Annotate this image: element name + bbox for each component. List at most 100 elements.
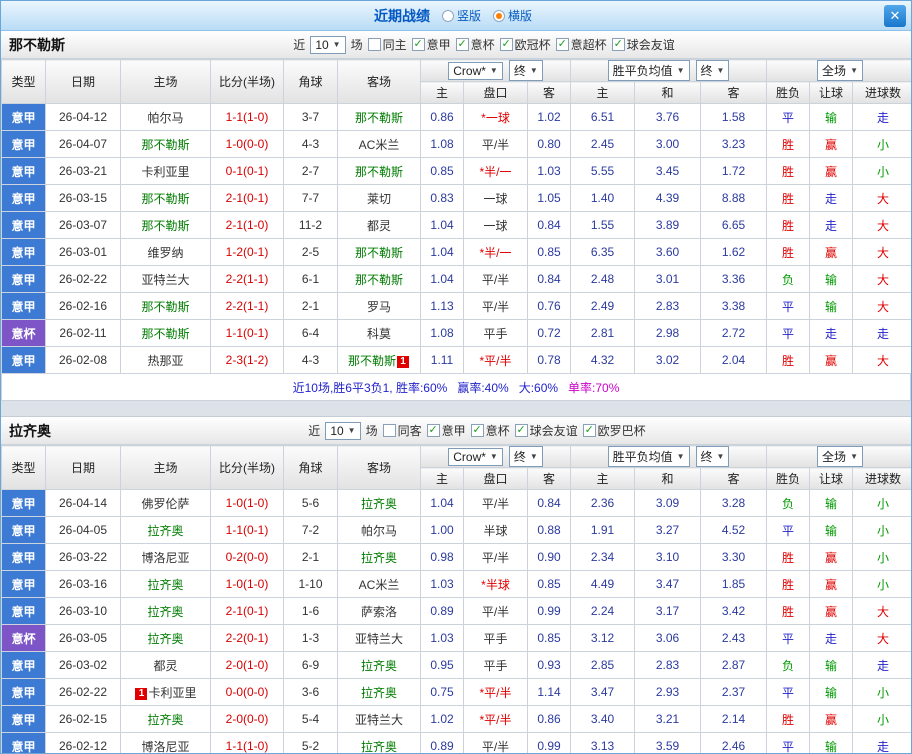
odds-stage-select[interactable]: 终 ▼	[508, 60, 543, 81]
avg-odds-select[interactable]: 胜平负均值 ▼	[607, 446, 690, 467]
team-name: 拉齐奥	[9, 422, 51, 439]
odds-stage-value: 终	[513, 64, 526, 78]
match-date: 26-03-02	[45, 651, 121, 679]
odds-home: 0.98	[420, 543, 464, 571]
same-home-label: 同主	[382, 38, 407, 52]
avg-odds-home: 4.32	[570, 346, 635, 374]
result-wdl: 平	[766, 319, 811, 347]
col-avg-draw: 和	[634, 81, 701, 104]
odds-company-select[interactable]: Crow* ▼	[448, 61, 503, 80]
away-team: 那不勒斯	[337, 103, 421, 131]
result-goals: 大	[852, 624, 911, 652]
odds-away: 1.03	[527, 157, 571, 185]
away-team: 罗马	[337, 292, 421, 320]
league-filter-checkbox[interactable]: ✓ 意超杯	[555, 36, 607, 53]
league-filter-checkbox[interactable]: ✓ 欧罗巴杯	[582, 422, 646, 439]
league-checklist: ✓ 意甲 ✓ 意杯 ✓ 球会友谊 ✓ 欧罗巴杯	[426, 422, 646, 439]
avg-odds-home: 6.51	[570, 103, 635, 131]
avg-odds-away: 1.58	[699, 103, 768, 131]
home-team: 卡利亚里	[120, 157, 211, 185]
col-handicap: 盘口	[463, 467, 528, 490]
same-away-checkbox[interactable]: 同客	[382, 422, 422, 439]
result-wdl: 胜	[766, 238, 811, 266]
scope-select[interactable]: 全场 ▼	[817, 446, 863, 467]
odds-home: 1.04	[420, 265, 464, 293]
close-button[interactable]: ✕	[884, 5, 906, 27]
corner-score: 7-2	[283, 516, 338, 544]
match-row: 意杯 26-03-05 拉齐奥 2-2(0-1) 1-3 亚特兰大 1.03 平手 0.85 3.…	[1, 624, 911, 652]
result-wdl: 胜	[766, 157, 811, 185]
scope-select[interactable]: 全场 ▼	[817, 60, 863, 81]
avg-odds-home: 3.47	[570, 678, 635, 706]
odds-away: 0.90	[527, 543, 571, 571]
odds-home: 1.04	[420, 238, 464, 266]
result-wdl: 平	[766, 624, 811, 652]
score: 2-2(1-1)	[210, 265, 284, 293]
league-filter-checkbox[interactable]: ✓ 欧冠杯	[499, 36, 551, 53]
avg-odds-draw: 3.47	[634, 570, 701, 598]
odds-away: 0.99	[527, 732, 571, 753]
score: 1-0(0-0)	[210, 130, 284, 158]
match-date: 26-03-07	[45, 211, 121, 239]
team-section-header-napoli: 那不勒斯 近 10 ▼ 场 同主 ✓ 意甲 ✓ 意杯 ✓ 欧冠杯 ✓ 意超杯 ✓ 球会友谊	[1, 31, 911, 59]
col-avg-draw: 和	[634, 467, 701, 490]
odds-away: 0.84	[527, 265, 571, 293]
league-filter-checkbox[interactable]: ✓ 意甲	[426, 422, 466, 439]
league-filter-checkbox[interactable]: ✓ 球会友谊	[514, 422, 578, 439]
league-filter-checkbox[interactable]: ✓ 球会友谊	[611, 36, 675, 53]
league-filter-label: 欧冠杯	[514, 38, 551, 52]
odds-stage-select[interactable]: 终 ▼	[508, 446, 543, 467]
odds-away: 0.85	[527, 624, 571, 652]
col-avg-home: 主	[570, 81, 635, 104]
odds-company-select[interactable]: Crow* ▼	[448, 447, 503, 466]
avg-stage-select[interactable]: 终 ▼	[695, 446, 730, 467]
avg-odds-away: 1.85	[699, 570, 768, 598]
col-avg-away: 客	[699, 467, 768, 490]
match-row: 意甲 26-02-15 拉齐奥 2-0(0-0) 5-4 亚特兰大 1.02 *平/半 0.86…	[1, 705, 911, 733]
avg-odds-away: 2.72	[699, 319, 768, 347]
col-letgoal: 让球	[809, 467, 854, 490]
match-date: 26-02-12	[45, 732, 121, 753]
col-result: 胜负	[766, 467, 811, 490]
handicap-line: *半/一	[463, 157, 528, 185]
avg-odds-home: 3.13	[570, 732, 635, 753]
away-team: AC米兰	[337, 570, 421, 598]
col-avg-home: 主	[570, 467, 635, 490]
avg-odds-home: 1.55	[570, 211, 635, 239]
same-home-checkbox[interactable]: 同主	[367, 36, 407, 53]
odds-away: 0.93	[527, 651, 571, 679]
league-filter-checkbox[interactable]: ✓ 意杯	[470, 422, 510, 439]
match-count-select[interactable]: 10 ▼	[325, 421, 361, 440]
radio-horizontal-layout[interactable]: 横版	[493, 7, 532, 24]
avg-odds-select[interactable]: 胜平负均值 ▼	[607, 60, 690, 81]
result-wdl: 胜	[766, 211, 811, 239]
handicap-line: 一球	[463, 211, 528, 239]
score: 0-1(0-1)	[210, 157, 284, 185]
near-label: 近	[293, 38, 306, 52]
avg-odds-away: 1.72	[699, 157, 768, 185]
match-date: 26-03-10	[45, 597, 121, 625]
corner-score: 5-2	[283, 732, 338, 753]
handicap-line: 平手	[463, 624, 528, 652]
avg-stage-select[interactable]: 终 ▼	[695, 60, 730, 81]
col-score: 比分(半场)	[210, 445, 284, 490]
league-filter-checkbox[interactable]: ✓ 意甲	[411, 36, 451, 53]
avg-odds-home: 2.81	[570, 319, 635, 347]
radio-vertical-layout[interactable]: 竖版	[441, 7, 481, 24]
checkbox-checked-icon: ✓	[611, 38, 625, 51]
avg-odds-away: 2.14	[699, 705, 768, 733]
result-goals: 小	[852, 570, 911, 598]
home-team: 亚特兰大	[120, 265, 211, 293]
league-filter-label: 球会友谊	[529, 424, 578, 438]
avg-odds-draw: 2.83	[634, 292, 701, 320]
result-wdl: 胜	[766, 184, 811, 212]
league-filter-checkbox[interactable]: ✓ 意杯	[455, 36, 495, 53]
result-goals: 小	[852, 489, 911, 517]
score: 2-2(1-1)	[210, 292, 284, 320]
result-wdl: 平	[766, 516, 811, 544]
summary-stats: 近10场,胜6平3负1, 胜率:60% 赢率:40% 大:60% 单率:70%	[1, 374, 911, 401]
match-count-select[interactable]: 10 ▼	[310, 35, 346, 54]
result-handicap: 输	[809, 651, 854, 679]
near-label: 近	[308, 424, 321, 438]
corner-score: 4-3	[283, 130, 338, 158]
